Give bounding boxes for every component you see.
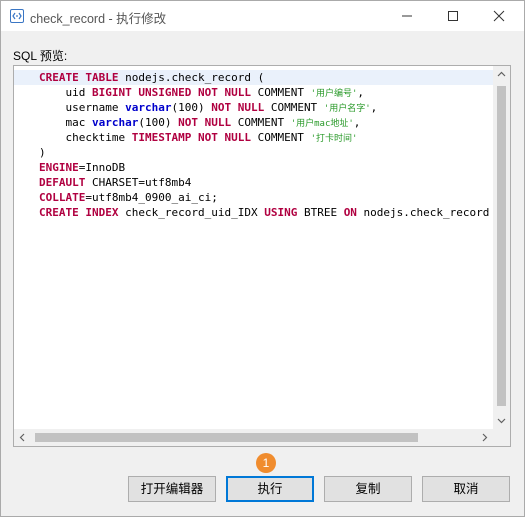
code-token: NULL	[204, 116, 232, 129]
code-line: COLLATE=utf8mb4_0900_ai_ci;	[39, 190, 493, 205]
code-token: mac	[39, 116, 92, 129]
chevron-left-icon	[19, 433, 25, 442]
code-token: COMMENT	[231, 116, 291, 129]
code-token: ,	[353, 116, 361, 129]
code-token: COMMENT	[250, 86, 311, 99]
close-button[interactable]	[476, 1, 522, 31]
code-token: BTREE	[297, 206, 344, 219]
code-token: ,	[357, 86, 365, 99]
scroll-left-button[interactable]	[14, 429, 31, 446]
code-token: )	[39, 146, 46, 159]
code-token: check_record_uid_IDX	[118, 206, 265, 219]
code-token: '用户mac地址'	[290, 119, 354, 129]
code-token: (100)	[138, 116, 179, 129]
code-token: COMMENT	[250, 131, 311, 144]
code-token: UNSIGNED	[138, 86, 192, 99]
scrollbar-corner	[493, 429, 510, 446]
code-token: '打卡时间'	[310, 134, 358, 144]
code-token: '用户名字'	[323, 104, 371, 114]
scroll-down-button[interactable]	[493, 412, 510, 429]
chevron-right-icon	[482, 433, 488, 442]
code-token: USING	[264, 206, 298, 219]
code-token: DEFAULT	[39, 176, 86, 189]
copy-button[interactable]: 复制	[324, 476, 412, 502]
code-token: CREATE	[39, 206, 79, 219]
code-line: checktime TIMESTAMP NOT NULL COMMENT '打卡…	[39, 130, 493, 145]
code-token: NOT	[211, 101, 232, 114]
code-token: (100)	[171, 101, 212, 114]
close-icon	[493, 10, 505, 22]
code-token: '用户编号'	[310, 89, 358, 99]
code-token: CREATE	[39, 71, 79, 84]
code-token: nodejs.check_record (	[118, 71, 265, 84]
code-token: username	[39, 101, 126, 114]
minimize-icon	[402, 15, 412, 17]
code-token: INDEX	[85, 206, 119, 219]
title-bar[interactable]: check_record - 执行修改	[1, 1, 524, 31]
code-token: COLLATE	[39, 191, 86, 204]
code-token: BIGINT	[91, 86, 132, 99]
sql-preview-editor[interactable]: CREATE TABLE nodejs.check_record ( uid B…	[13, 65, 511, 447]
step-badge: 1	[256, 453, 276, 473]
maximize-icon	[448, 11, 458, 21]
minimize-button[interactable]	[384, 1, 430, 31]
code-token: varchar	[91, 116, 139, 129]
sql-code[interactable]: CREATE TABLE nodejs.check_record ( uid B…	[39, 70, 493, 425]
code-line: )	[39, 145, 493, 160]
code-token: varchar	[125, 101, 172, 114]
code-line: username varchar(100) NOT NULL COMMENT '…	[39, 100, 493, 115]
window-title: check_record - 执行修改	[30, 12, 167, 26]
code-token: ,	[370, 101, 378, 114]
code-token: NOT	[197, 86, 218, 99]
code-token: =utf8mb4_0900_ai_ci;	[85, 191, 218, 204]
horizontal-scrollbar[interactable]	[14, 429, 493, 446]
code-token: ENGINE	[39, 161, 79, 174]
chevron-up-icon	[497, 71, 506, 77]
code-token: TIMESTAMP	[131, 131, 192, 144]
maximize-button[interactable]	[430, 1, 476, 31]
code-token: nodejs.check_record (uid);	[363, 206, 490, 219]
code-line: ENGINE=InnoDB	[39, 160, 493, 175]
code-line: CREATE INDEX check_record_uid_IDX USING …	[39, 205, 493, 220]
code-token: NULL	[224, 131, 251, 144]
chevron-down-icon	[497, 418, 506, 424]
code-token: NOT	[197, 131, 218, 144]
code-token: NOT	[178, 116, 198, 129]
code-token: CHARSET=utf8mb4	[85, 176, 192, 189]
code-token: checktime	[39, 131, 132, 144]
code-line: CREATE TABLE nodejs.check_record (	[39, 70, 493, 85]
app-sql-icon	[10, 9, 24, 23]
open-editor-button[interactable]: 打开编辑器	[128, 476, 216, 502]
code-token: uid	[39, 86, 92, 99]
code-line: mac varchar(100) NOT NULL COMMENT '用户mac…	[39, 115, 493, 130]
code-line: DEFAULT CHARSET=utf8mb4	[39, 175, 493, 190]
code-token: TABLE	[85, 71, 119, 84]
horizontal-scroll-thumb[interactable]	[35, 433, 418, 442]
scroll-up-button[interactable]	[493, 66, 510, 83]
code-token: ON	[343, 206, 357, 219]
cancel-button[interactable]: 取消	[422, 476, 510, 502]
code-token: COMMENT	[264, 101, 324, 114]
execute-button[interactable]: 执行	[226, 476, 314, 502]
code-token: =InnoDB	[78, 161, 126, 174]
vertical-scrollbar[interactable]	[493, 66, 510, 429]
dialog-window: check_record - 执行修改 SQL 预览: CREATE TABLE…	[0, 0, 525, 517]
code-line: uid BIGINT UNSIGNED NOT NULL COMMENT '用户…	[39, 85, 493, 100]
vertical-scroll-thumb[interactable]	[497, 86, 506, 406]
sql-preview-label: SQL 预览:	[13, 49, 68, 63]
code-token: NULL	[237, 101, 265, 114]
code-token: NULL	[224, 86, 251, 99]
scroll-right-button[interactable]	[476, 429, 493, 446]
